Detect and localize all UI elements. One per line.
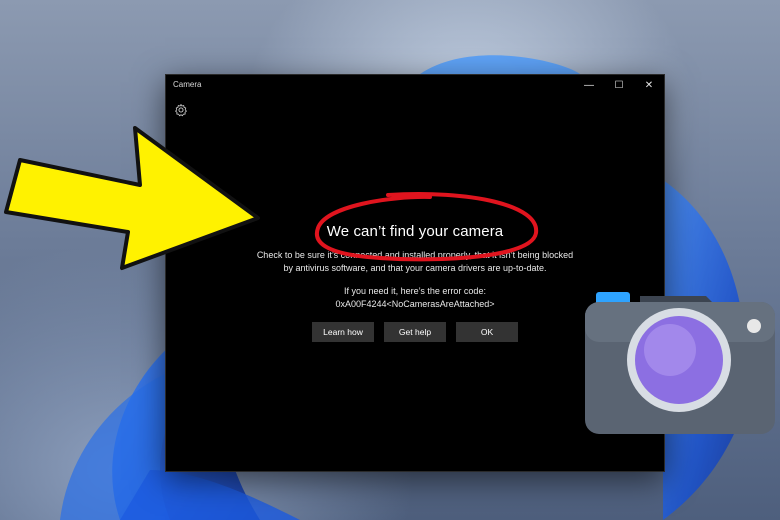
minimize-button[interactable]: — bbox=[574, 75, 604, 95]
error-heading: We can’t find your camera bbox=[326, 223, 504, 240]
window-controls: — ☐ ✕ bbox=[574, 75, 664, 95]
close-button[interactable]: ✕ bbox=[634, 75, 664, 95]
maximize-button[interactable]: ☐ bbox=[604, 75, 634, 95]
description-line-2: by antivirus software, and that your cam… bbox=[283, 263, 547, 273]
error-description: Check to be sure it’s connected and inst… bbox=[166, 249, 664, 275]
error-code-intro: If you need it, here’s the error code: bbox=[344, 286, 486, 296]
action-buttons: Learn how Get help OK bbox=[166, 322, 664, 342]
error-content: We can’t find your camera Check to be su… bbox=[166, 223, 664, 342]
ok-button[interactable]: OK bbox=[456, 322, 518, 342]
error-code: 0xA00F4244<NoCamerasAreAttached> bbox=[335, 299, 495, 309]
window-title: Camera bbox=[173, 80, 202, 89]
camera-app-window: Camera — ☐ ✕ We can’t find your camera C… bbox=[165, 74, 665, 472]
title-bar: Camera — ☐ ✕ bbox=[166, 75, 664, 95]
learn-how-button[interactable]: Learn how bbox=[312, 322, 374, 342]
get-help-button[interactable]: Get help bbox=[384, 322, 446, 342]
settings-gear-icon[interactable] bbox=[174, 103, 188, 117]
description-line-1: Check to be sure it’s connected and inst… bbox=[256, 250, 574, 260]
